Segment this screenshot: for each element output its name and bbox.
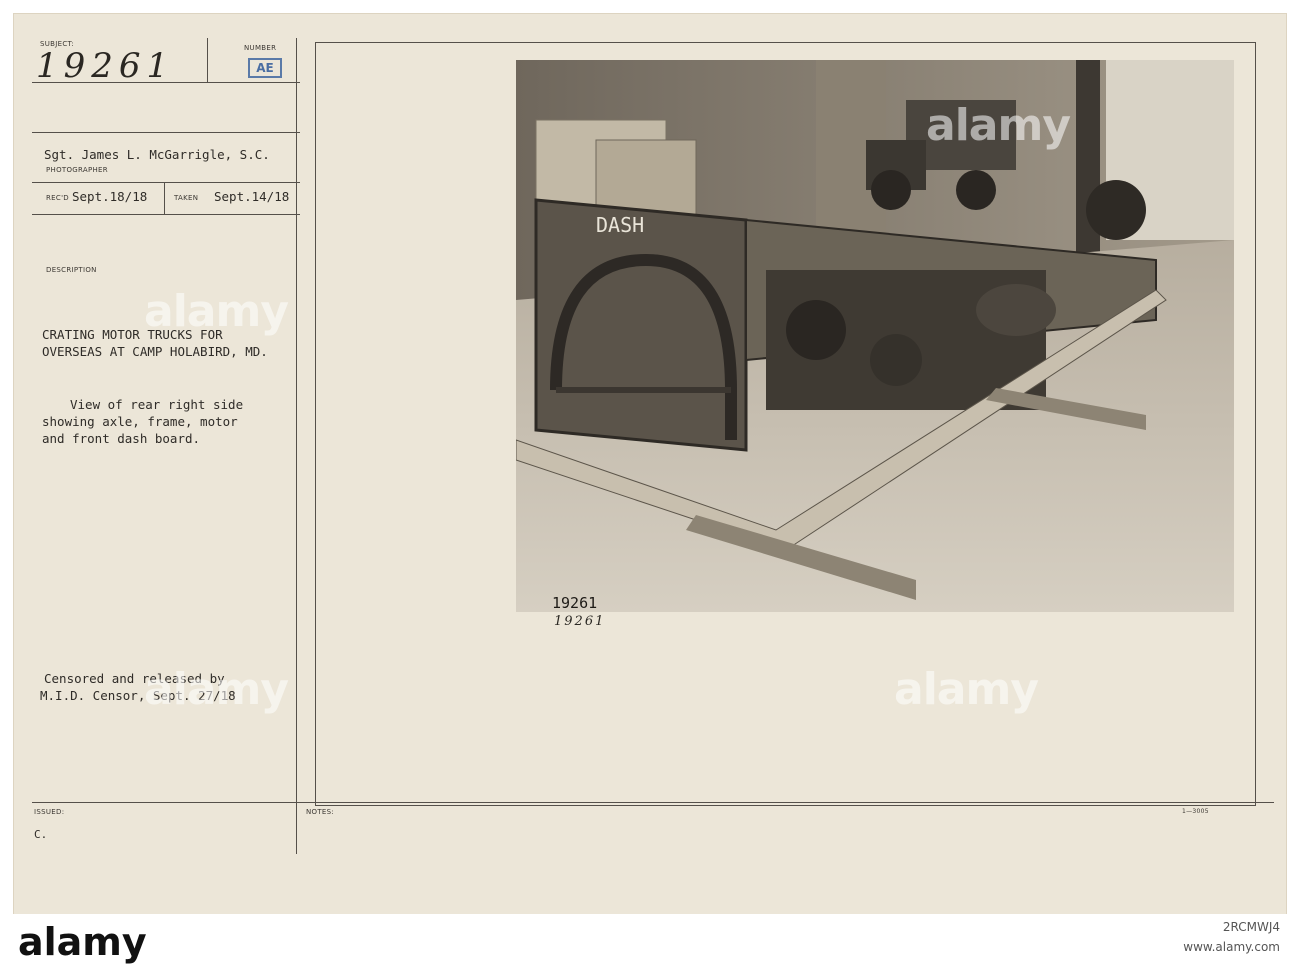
handwritten-negative-number: 19261 (554, 614, 606, 629)
number-stamp: AE (248, 58, 282, 78)
description-label: DESCRIPTION (46, 266, 97, 274)
stock-banner: alamy 2RCMWJ4 www.alamy.com (0, 914, 1300, 971)
title-line-2: OVERSEAS AT CAMP HOLABIRD, MD. (42, 344, 268, 359)
column-divider (296, 38, 297, 854)
description-line-2: showing axle, frame, motor (42, 414, 238, 429)
archive-card: SUBJECT: 19261 NUMBER AE Sgt. James L. M… (14, 14, 1286, 914)
description-line-1: View of rear right side (70, 397, 244, 412)
number-label: NUMBER (244, 44, 277, 52)
photographer-rule-top (32, 132, 300, 133)
date-rule (32, 214, 300, 215)
crated-truck-chassis-photo: DASH 19261 (516, 60, 1234, 612)
photographer-label: PHOTOGRAPHER (46, 166, 108, 174)
watermark-left-bottom: alamy (144, 664, 289, 715)
received-date: Sept.18/18 (72, 189, 148, 204)
received-label: REC'D (46, 194, 69, 202)
dash-label: DASH (596, 213, 644, 237)
site-url[interactable]: www.alamy.com (1183, 940, 1280, 954)
date-divider (164, 182, 165, 214)
subject-number: 19261 (36, 46, 175, 86)
taken-date: Sept.14/18 (214, 189, 290, 204)
notes-label: NOTES: (306, 808, 335, 816)
issued-label: ISSUED: (34, 808, 65, 816)
photographer-name: Sgt. James L. McGarrigle, S.C. (44, 147, 270, 162)
form-code: 1—3005 (1182, 808, 1209, 815)
watermark-right-bottom: alamy (894, 664, 1039, 715)
watermark-photo: alamy (926, 100, 1071, 151)
alamy-logo[interactable]: alamy (18, 920, 147, 964)
issued-value: C. (34, 828, 48, 841)
watermark-left: alamy (144, 286, 289, 337)
photo: DASH 19261 alamy (516, 60, 1234, 612)
taken-label: TAKEN (174, 194, 199, 202)
subject-divider (207, 38, 208, 82)
description-line-3: and front dash board. (42, 431, 201, 446)
photographer-rule-bottom (32, 182, 300, 183)
negative-number: 19261 (552, 594, 597, 612)
image-id: 2RCMWJ4 (1222, 920, 1280, 934)
